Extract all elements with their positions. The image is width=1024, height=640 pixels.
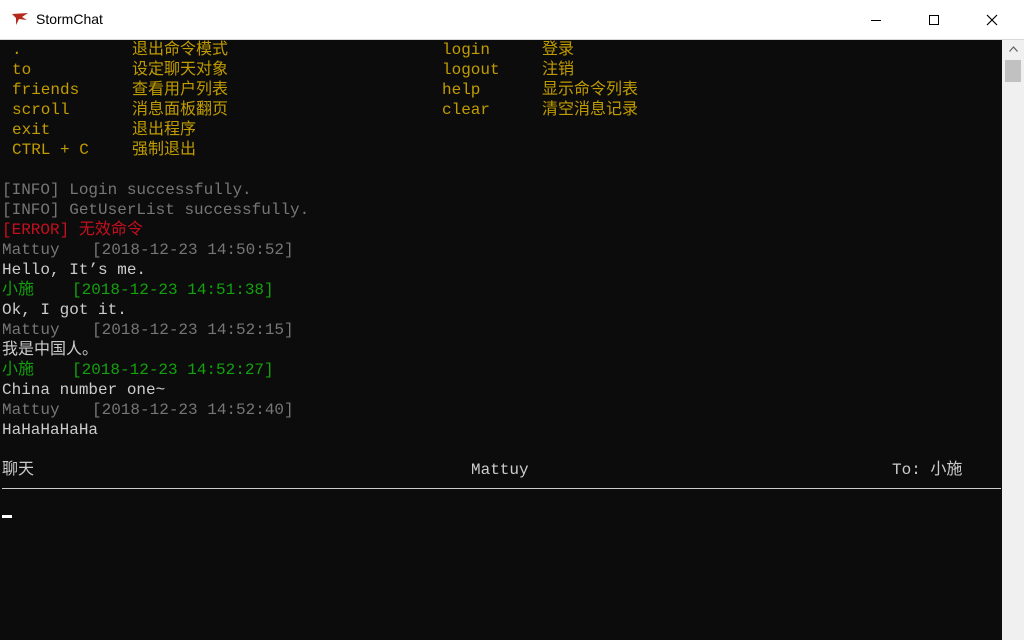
- window-title: StormChat: [36, 11, 103, 27]
- vertical-scrollbar[interactable]: [1002, 40, 1024, 640]
- help-cmd: exit: [12, 121, 51, 139]
- minimize-icon: [871, 19, 881, 21]
- help-desc: 退出程序: [132, 121, 197, 139]
- title-bar[interactable]: StormChat: [0, 0, 1024, 40]
- message-time: [2018-12-23 14:52:40]: [92, 401, 294, 419]
- message-sender: 小施: [2, 281, 35, 299]
- help-desc: 清空消息记录: [542, 101, 639, 119]
- help-desc: 强制退出: [132, 141, 197, 159]
- maximize-button[interactable]: [905, 0, 963, 39]
- message-text: Ok, I got it.: [2, 301, 127, 319]
- log-line: [INFO] Login successfully.: [2, 180, 252, 200]
- message-sender: Mattuy: [2, 401, 60, 419]
- scroll-up-button[interactable]: [1002, 40, 1024, 58]
- message-text: China number one~: [2, 381, 166, 399]
- maximize-icon: [929, 14, 939, 25]
- help-desc: 设定聊天对象: [132, 61, 229, 79]
- message-sender: Mattuy: [2, 321, 60, 339]
- message-time: [2018-12-23 14:52:27]: [72, 361, 274, 379]
- log-tag: [INFO]: [2, 201, 60, 219]
- input-divider: [2, 488, 1001, 489]
- help-desc: 消息面板翻页: [132, 101, 229, 119]
- input-cursor[interactable]: [2, 515, 12, 518]
- message-sender: Mattuy: [2, 241, 60, 259]
- console-output: . 退出命令模式 to 设定聊天对象 friends 查看用户列表 scroll…: [0, 40, 1002, 640]
- help-desc: 注销: [542, 61, 575, 79]
- status-user: Mattuy: [471, 461, 529, 479]
- help-cmd: help: [442, 81, 481, 99]
- status-target: To: 小施: [892, 461, 963, 479]
- help-cmd: to: [12, 61, 32, 79]
- help-cmd: logout: [442, 61, 500, 79]
- log-text: 无效命令: [78, 221, 143, 239]
- help-desc: 显示命令列表: [542, 81, 639, 99]
- message-time: [2018-12-23 14:52:15]: [92, 321, 294, 339]
- help-cmd: friends: [12, 81, 80, 99]
- error-line: [ERROR] 无效命令: [2, 220, 143, 240]
- status-mode: 聊天: [2, 461, 35, 479]
- storm-bird-icon: [12, 13, 28, 25]
- message-time: [2018-12-23 14:51:38]: [72, 281, 274, 299]
- help-desc: 退出命令模式: [132, 41, 229, 59]
- chevron-up-icon: [1008, 46, 1018, 52]
- close-icon: [986, 14, 998, 25]
- help-cmd: CTRL + C: [12, 141, 89, 159]
- help-cmd: scroll: [12, 101, 70, 119]
- message-text: HaHaHaHaHa: [2, 421, 99, 439]
- log-text: GetUserList successfully.: [69, 201, 310, 219]
- log-text: Login successfully.: [69, 181, 252, 199]
- message-sender: 小施: [2, 361, 35, 379]
- log-tag: [ERROR]: [2, 221, 70, 239]
- minimize-button[interactable]: [847, 0, 905, 39]
- help-cmd: clear: [442, 101, 491, 119]
- log-line: [INFO] GetUserList successfully.: [2, 200, 309, 220]
- close-button[interactable]: [963, 0, 1021, 39]
- help-desc: 登录: [542, 41, 575, 59]
- log-tag: [INFO]: [2, 181, 60, 199]
- help-desc: 查看用户列表: [132, 81, 229, 99]
- help-cmd: .: [12, 41, 22, 59]
- message-text: 我是中国人。: [2, 341, 99, 359]
- message-text: Hello, It’s me.: [2, 261, 147, 279]
- help-cmd: login: [442, 41, 491, 59]
- scrollbar-thumb[interactable]: [1005, 60, 1021, 82]
- message-time: [2018-12-23 14:50:52]: [92, 241, 294, 259]
